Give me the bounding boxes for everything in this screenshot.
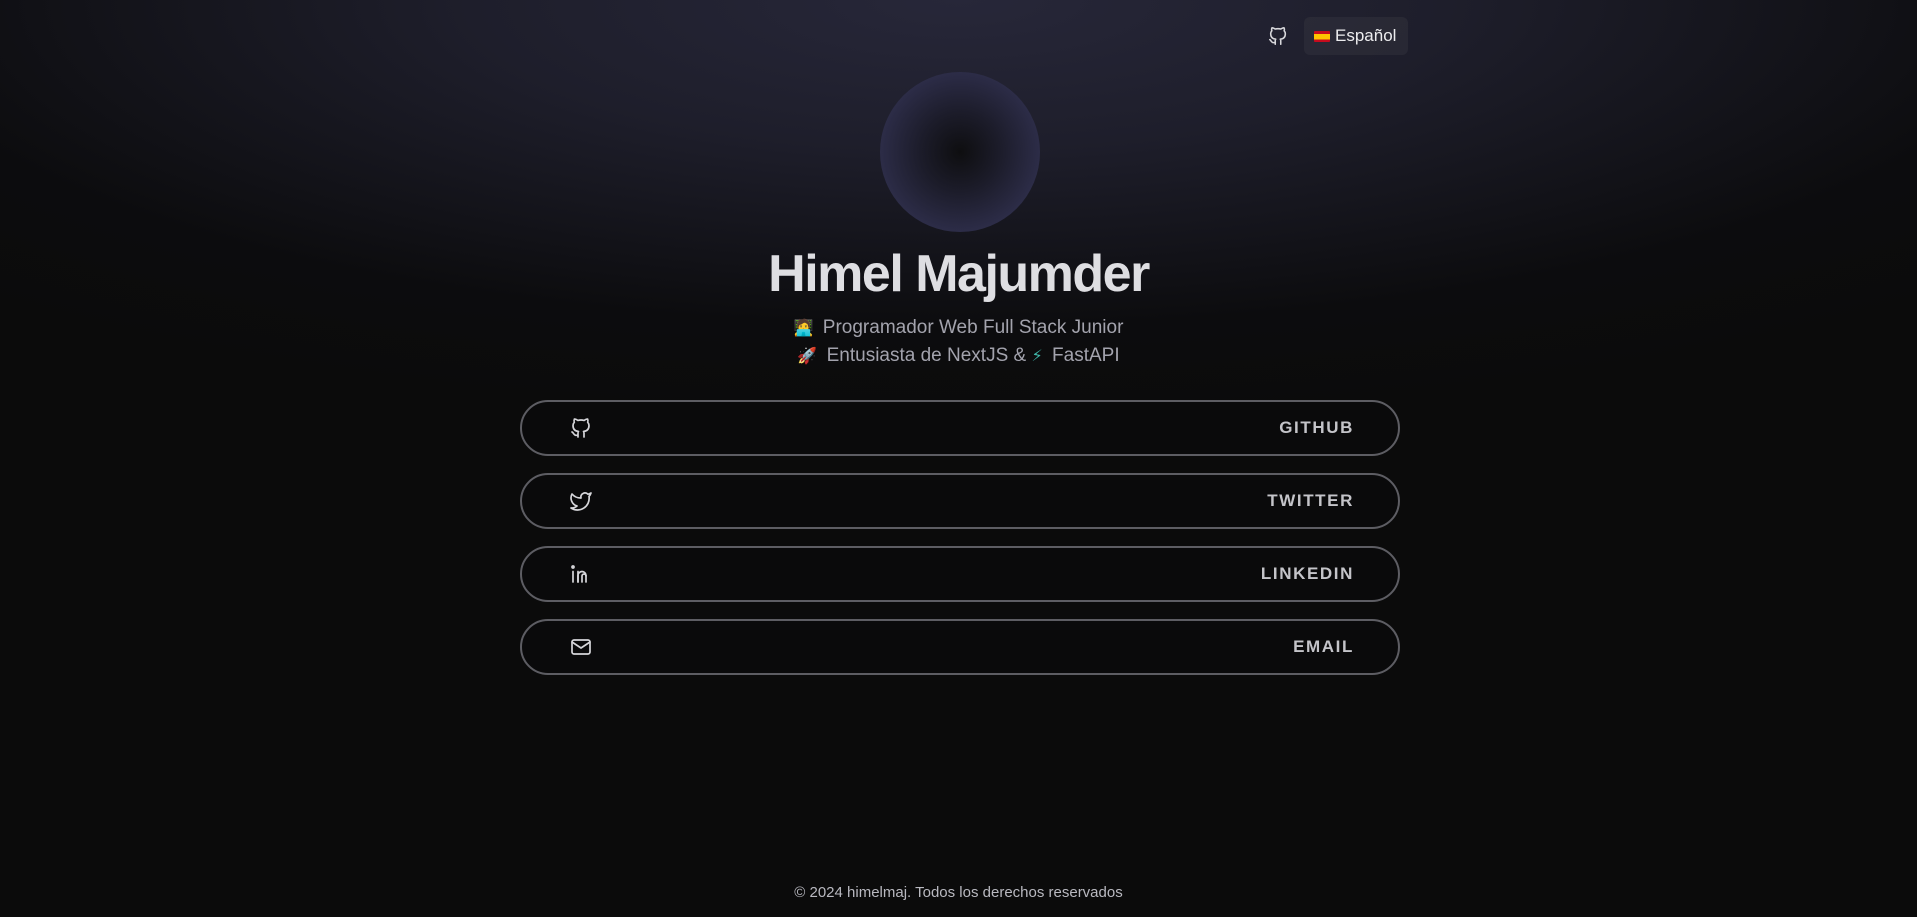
github-icon — [568, 415, 594, 441]
fastapi-logo-icon: ⚡ — [1031, 346, 1043, 365]
linkedin-icon — [568, 561, 594, 587]
twitter-icon — [568, 488, 594, 514]
linkedin-link-label: LINKEDIN — [1260, 564, 1354, 583]
footer-copyright: © 2024 himelmaj. Todos los derechos rese… — [794, 884, 1123, 901]
github-link-label: GITHUB — [1279, 418, 1354, 437]
github-link-button[interactable]: GITHUB — [520, 400, 1400, 456]
avatar — [880, 72, 1040, 232]
taglines: 🧑‍💻 Programador Web Full Stack Junior 🚀 … — [0, 314, 1917, 370]
twitter-link-button[interactable]: TWITTER — [520, 473, 1400, 529]
rocket-emoji-icon: 🚀 — [797, 346, 818, 365]
tagline-interests-text: Entusiasta de NextJS & — [826, 345, 1027, 366]
tagline-interests: 🚀 Entusiasta de NextJS & ⚡ FastAPI — [0, 342, 1917, 370]
language-label: Español — [1335, 26, 1397, 45]
linkedin-link-button[interactable]: LINKEDIN — [520, 546, 1400, 602]
github-header-link[interactable] — [1260, 18, 1296, 54]
twitter-link-label: TWITTER — [1267, 491, 1354, 510]
top-bar: Español — [1260, 17, 1409, 55]
email-link-label: EMAIL — [1293, 637, 1354, 656]
profile-name: Himel Majumder — [768, 245, 1150, 303]
language-switch-button[interactable]: Español — [1304, 17, 1409, 55]
technologist-emoji-icon: 🧑‍💻 — [793, 318, 814, 337]
tagline-role: 🧑‍💻 Programador Web Full Stack Junior — [0, 314, 1917, 342]
email-link-button[interactable]: EMAIL — [520, 619, 1400, 675]
github-icon — [1268, 27, 1287, 46]
tagline-fastapi-text: FastAPI — [1052, 345, 1120, 366]
spain-flag-icon — [1314, 30, 1330, 42]
social-links: GITHUB TWITTER LINKEDIN EMAIL — [520, 400, 1400, 675]
mail-icon — [568, 634, 594, 660]
tagline-role-text: Programador Web Full Stack Junior — [822, 317, 1124, 338]
